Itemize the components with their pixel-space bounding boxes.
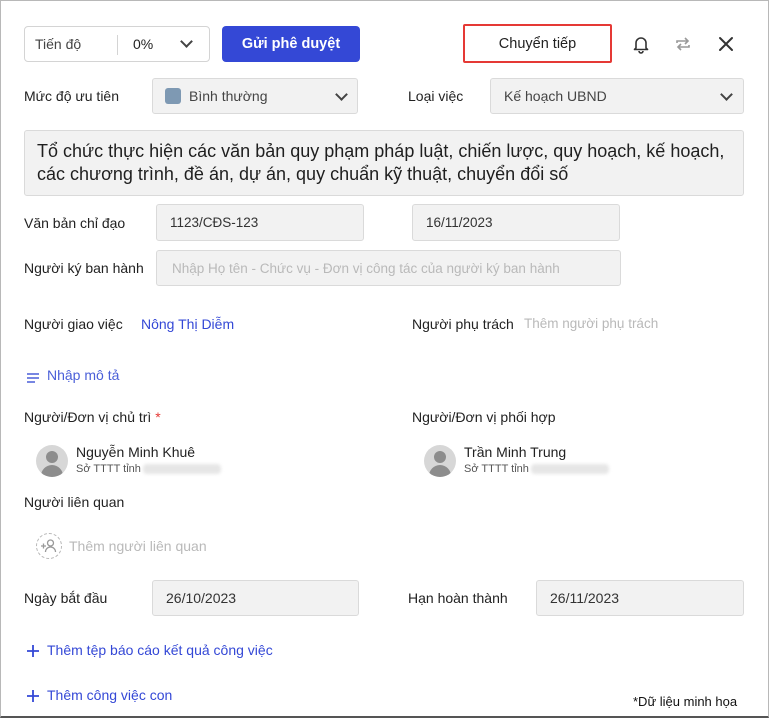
lead-label: Người/Đơn vị chủ trì * bbox=[24, 409, 161, 425]
start-date-value: 26/10/2023 bbox=[166, 590, 237, 606]
coop-person-org-text: Sở TTTT tỉnh bbox=[464, 463, 529, 475]
directive-label: Văn bản chỉ đạo bbox=[24, 215, 126, 231]
signer-label: Người ký ban hành bbox=[24, 260, 144, 276]
lead-person-org: Sở TTTT tỉnh bbox=[76, 463, 221, 475]
add-subtask-link[interactable]: Thêm công việc con bbox=[27, 687, 172, 703]
start-date-label: Ngày bắt đầu bbox=[24, 590, 108, 606]
assigner-label: Người giao việc bbox=[24, 316, 123, 332]
coop-person-name: Trần Minh Trung bbox=[464, 444, 567, 460]
priority-select[interactable]: Bình thường bbox=[152, 78, 358, 114]
add-report-text: Thêm tệp báo cáo kết quả công việc bbox=[47, 642, 273, 658]
plus-icon bbox=[27, 644, 39, 657]
chevron-down-icon bbox=[335, 88, 348, 101]
signer-placeholder: Nhập Họ tên - Chức vụ - Đơn vị công tác … bbox=[172, 260, 560, 276]
add-person-icon bbox=[36, 533, 62, 559]
plus-icon bbox=[27, 689, 39, 702]
progress-divider bbox=[117, 35, 118, 55]
lead-label-text: Người/Đơn vị chủ trì bbox=[24, 409, 152, 425]
start-date-input[interactable]: 26/10/2023 bbox=[152, 580, 359, 616]
task-type-select[interactable]: Kế hoạch UBND bbox=[490, 78, 744, 114]
avatar-icon bbox=[424, 445, 456, 477]
directive-number-input[interactable]: 1123/CĐS-123 bbox=[156, 204, 364, 241]
task-title-text: Tổ chức thực hiện các văn bản quy phạm p… bbox=[37, 141, 725, 184]
illustration-footnote: *Dữ liệu minh họa bbox=[633, 694, 738, 709]
avatar-icon bbox=[36, 445, 68, 477]
add-description-text: Nhập mô tả bbox=[47, 367, 120, 383]
submit-approval-button[interactable]: Gửi phê duyệt bbox=[222, 26, 360, 62]
task-type-value: Kế hoạch UBND bbox=[504, 88, 607, 104]
add-related-person[interactable]: Thêm người liên quan bbox=[36, 533, 207, 559]
deadline-value: 26/11/2023 bbox=[550, 590, 620, 606]
chevron-down-icon bbox=[180, 35, 193, 48]
lead-person[interactable]: Nguyễn Minh Khuê Sở TTTT tỉnh bbox=[36, 443, 336, 479]
bell-icon[interactable] bbox=[631, 34, 651, 54]
repeat-icon[interactable] bbox=[673, 34, 693, 54]
owner-placeholder[interactable]: Thêm người phụ trách bbox=[524, 316, 658, 331]
lead-person-org-text: Sở TTTT tỉnh bbox=[76, 463, 141, 475]
deadline-label: Hạn hoàn thành bbox=[408, 590, 508, 606]
priority-label: Mức độ ưu tiên bbox=[24, 88, 120, 104]
coop-person-org: Sở TTTT tỉnh bbox=[464, 463, 609, 475]
add-subtask-text: Thêm công việc con bbox=[47, 687, 173, 703]
related-placeholder: Thêm người liên quan bbox=[69, 538, 207, 554]
deadline-input[interactable]: 26/11/2023 bbox=[536, 580, 744, 616]
directive-number-value: 1123/CĐS-123 bbox=[170, 215, 259, 230]
add-report-link[interactable]: Thêm tệp báo cáo kết quả công việc bbox=[27, 642, 273, 658]
owner-label: Người phụ trách bbox=[412, 316, 514, 332]
add-description-link[interactable]: Nhập mô tả bbox=[27, 367, 119, 383]
menu-lines-icon bbox=[27, 370, 39, 383]
task-type-label: Loại việc bbox=[408, 88, 464, 104]
task-title-field[interactable]: Tổ chức thực hiện các văn bản quy phạm p… bbox=[24, 130, 744, 196]
chevron-down-icon bbox=[720, 88, 733, 101]
related-label: Người liên quan bbox=[24, 494, 125, 510]
forward-button[interactable]: Chuyển tiếp bbox=[463, 24, 612, 63]
coop-label: Người/Đơn vị phối hợp bbox=[412, 409, 556, 425]
required-mark: * bbox=[155, 409, 161, 425]
assigner-value[interactable]: Nông Thị Diễm bbox=[141, 316, 234, 332]
directive-date-input[interactable]: 16/11/2023 bbox=[412, 204, 620, 241]
close-icon[interactable] bbox=[717, 35, 735, 53]
progress-label: Tiến độ bbox=[35, 36, 82, 52]
directive-date-value: 16/11/2023 bbox=[426, 215, 493, 230]
lead-person-name: Nguyễn Minh Khuê bbox=[76, 444, 196, 460]
priority-color-swatch bbox=[165, 88, 181, 104]
coop-person[interactable]: Trần Minh Trung Sở TTTT tỉnh bbox=[424, 443, 724, 479]
signer-input[interactable]: Nhập Họ tên - Chức vụ - Đơn vị công tác … bbox=[156, 250, 621, 286]
progress-value: 0% bbox=[133, 36, 154, 52]
priority-value: Bình thường bbox=[189, 88, 268, 104]
progress-select[interactable]: Tiến độ 0% bbox=[24, 26, 210, 62]
